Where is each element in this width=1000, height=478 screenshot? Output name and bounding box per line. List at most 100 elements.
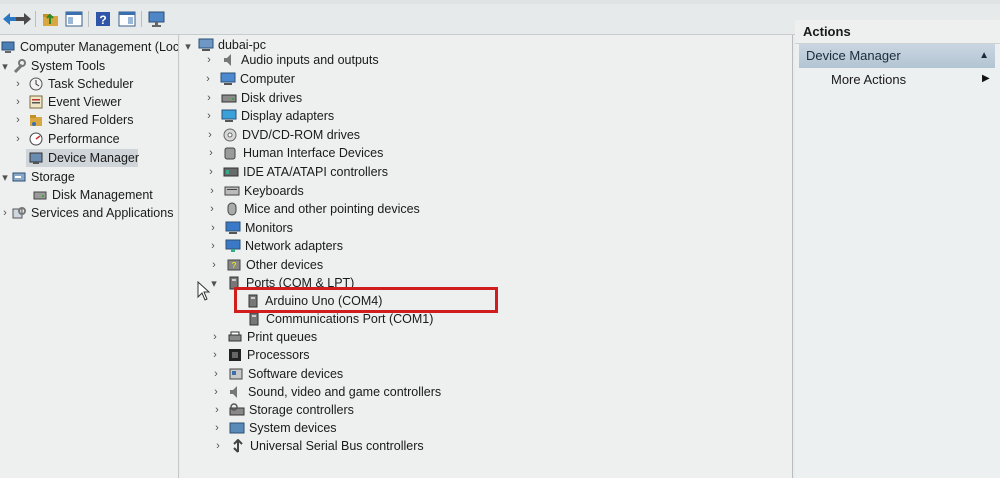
device-category-row[interactable]: Universal Serial Bus controllers — [230, 437, 424, 455]
expand-icon[interactable]: › — [211, 385, 221, 399]
device-category-row[interactable]: Monitors — [225, 219, 293, 237]
monitor-icon — [225, 220, 241, 236]
device-label: Network adapters — [245, 239, 343, 253]
tree-item-device-manager[interactable]: Device Manager — [28, 149, 139, 167]
computer-icon — [220, 71, 236, 87]
device-category-row[interactable]: Display adapters — [221, 107, 334, 125]
device-label: Universal Serial Bus controllers — [250, 439, 424, 453]
software-device-icon — [228, 366, 244, 382]
device-category-row[interactable]: Computer — [220, 70, 295, 88]
expand-icon[interactable]: › — [213, 439, 223, 453]
device-category-row[interactable]: Disk drives — [221, 89, 302, 107]
tree-item-disk-management[interactable]: Disk Management — [32, 186, 153, 204]
collapse-storage-icon[interactable]: ▾ — [0, 170, 10, 184]
scan-hardware-button[interactable] — [147, 9, 167, 29]
expand-task-scheduler-icon[interactable]: › — [13, 77, 23, 91]
device-category-row[interactable]: Print queues — [227, 328, 317, 346]
port-device-icon — [246, 311, 262, 327]
device-label: Audio inputs and outputs — [241, 53, 379, 67]
device-category-row[interactable]: Keyboards — [224, 182, 304, 200]
device-category-row[interactable]: Software devices — [228, 365, 343, 383]
device-manager-icon — [28, 150, 44, 166]
up-folder-icon — [43, 13, 58, 26]
expand-icon[interactable]: › — [211, 367, 221, 381]
forward-button[interactable] — [14, 9, 34, 29]
sound-icon — [228, 384, 244, 400]
expand-icon[interactable]: › — [203, 72, 213, 86]
device-label: DVD/CD-ROM drives — [242, 128, 361, 142]
device-category-row[interactable]: Human Interface Devices — [223, 144, 383, 162]
device-category-row[interactable]: Processors — [227, 346, 310, 364]
expand-icon[interactable]: › — [210, 330, 220, 344]
clock-icon — [28, 76, 44, 92]
device-category-row[interactable]: Audio inputs and outputs — [221, 51, 379, 69]
device-label: Human Interface Devices — [243, 146, 384, 160]
expand-icon[interactable]: › — [208, 221, 218, 235]
device-label: System devices — [249, 421, 337, 435]
computer-icon — [198, 37, 214, 53]
mouse-icon — [224, 201, 240, 217]
collapse-host-icon[interactable]: ▾ — [183, 39, 193, 53]
device-category-row[interactable]: Mice and other pointing devices — [224, 200, 420, 218]
tree-item-label: Event Viewer — [48, 95, 122, 109]
forward-arrow-icon — [16, 13, 31, 25]
device-label: Processors — [247, 348, 310, 362]
services-icon — [11, 205, 27, 221]
collapse-system-tools-icon[interactable]: ▾ — [0, 59, 10, 73]
expand-shared-folders-icon[interactable]: › — [13, 113, 23, 127]
performance-icon — [28, 131, 44, 147]
expand-icon[interactable]: › — [212, 403, 222, 417]
device-category-row[interactable]: Network adapters — [225, 237, 343, 255]
collapse-up-icon[interactable]: ▲ — [979, 44, 989, 68]
ide-controller-icon — [223, 164, 239, 180]
help-button[interactable]: ? — [93, 9, 113, 29]
expand-icon[interactable]: › — [207, 202, 217, 216]
device-label: Keyboards — [244, 184, 304, 198]
show-hide-action-pane-button[interactable] — [117, 9, 137, 29]
tree-item-services-and-applications[interactable]: Services and Applications — [11, 204, 173, 222]
expand-icon[interactable]: › — [204, 109, 214, 123]
expand-services-icon[interactable]: › — [0, 206, 10, 220]
more-actions-link[interactable]: More Actions — [831, 72, 906, 87]
tree-item-label: Performance — [48, 132, 120, 146]
display-adapter-icon — [221, 108, 237, 124]
expand-icon[interactable]: › — [204, 53, 214, 67]
highlight-box — [234, 287, 498, 313]
tree-item-event-viewer[interactable]: Event Viewer — [28, 93, 121, 111]
expand-icon[interactable]: › — [208, 239, 218, 253]
tree-item-performance[interactable]: Performance — [28, 130, 120, 148]
expand-icon[interactable]: › — [206, 165, 216, 179]
keyboard-icon — [224, 183, 240, 199]
device-label: Computer — [240, 72, 295, 86]
tree-item-task-scheduler[interactable]: Task Scheduler — [28, 75, 133, 93]
expand-icon[interactable]: › — [207, 184, 217, 198]
device-category-row[interactable]: DVD/CD-ROM drives — [222, 126, 360, 144]
usb-icon — [230, 438, 246, 454]
expand-icon[interactable]: › — [206, 146, 216, 160]
expand-icon[interactable]: › — [210, 348, 220, 362]
expand-icon[interactable]: › — [205, 128, 215, 142]
actions-section-device-manager[interactable]: Device Manager ▲ — [799, 44, 995, 68]
expand-event-viewer-icon[interactable]: › — [13, 95, 23, 109]
help-icon: ? — [96, 12, 110, 27]
unknown-device-icon: ? — [226, 257, 242, 273]
tree-root-computer-management[interactable]: Computer Management (Local — [0, 38, 178, 56]
device-category-row[interactable]: Sound, video and game controllers — [228, 383, 441, 401]
tree-item-system-tools[interactable]: System Tools — [11, 57, 105, 75]
device-category-row[interactable]: ? Other devices — [226, 256, 323, 274]
event-viewer-icon — [28, 94, 44, 110]
tree-item-shared-folders[interactable]: Shared Folders — [28, 111, 133, 129]
expand-performance-icon[interactable]: › — [13, 132, 23, 146]
tree-item-storage[interactable]: Storage — [11, 168, 75, 186]
tree-item-label: Storage — [31, 170, 75, 184]
up-folder-button[interactable] — [41, 9, 61, 29]
expand-icon[interactable]: › — [212, 421, 222, 435]
expand-icon[interactable]: › — [209, 258, 219, 272]
show-hide-tree-button[interactable] — [64, 9, 84, 29]
device-category-row[interactable]: IDE ATA/ATAPI controllers — [223, 163, 388, 181]
submenu-arrow-icon: ▶ — [982, 73, 990, 84]
system-device-icon — [229, 420, 245, 436]
device-category-row[interactable]: System devices — [229, 419, 337, 437]
expand-icon[interactable]: › — [204, 91, 214, 105]
device-category-row[interactable]: Storage controllers — [229, 401, 354, 419]
